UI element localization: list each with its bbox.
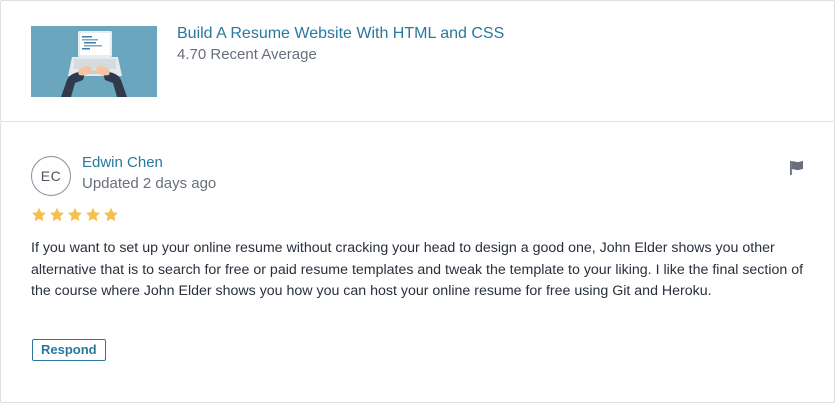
avatar: EC	[31, 156, 71, 196]
star-icon	[50, 207, 64, 222]
respond-button[interactable]: Respond	[32, 339, 106, 361]
star-icon	[104, 207, 118, 222]
laptop-typing-icon	[31, 26, 157, 97]
course-rating-average: 4.70 Recent Average	[177, 46, 317, 63]
course-card: Build A Resume Website With HTML and CSS…	[0, 0, 835, 122]
course-title-link[interactable]: Build A Resume Website With HTML and CSS	[177, 24, 504, 44]
review-body: If you want to set up your online resume…	[31, 240, 804, 299]
review-updated-time: Updated 2 days ago	[82, 175, 217, 192]
review-card: EC Edwin Chen Updated 2 days ago If you …	[0, 122, 835, 403]
star-icon	[86, 207, 100, 222]
star-rating	[31, 207, 119, 223]
star-icon	[68, 207, 82, 222]
flag-icon[interactable]	[787, 158, 807, 178]
star-icon	[32, 207, 46, 222]
reviewer-name-link[interactable]: Edwin Chen	[82, 153, 163, 173]
review-page: Build A Resume Website With HTML and CSS…	[0, 0, 835, 403]
course-thumbnail[interactable]	[31, 26, 157, 97]
